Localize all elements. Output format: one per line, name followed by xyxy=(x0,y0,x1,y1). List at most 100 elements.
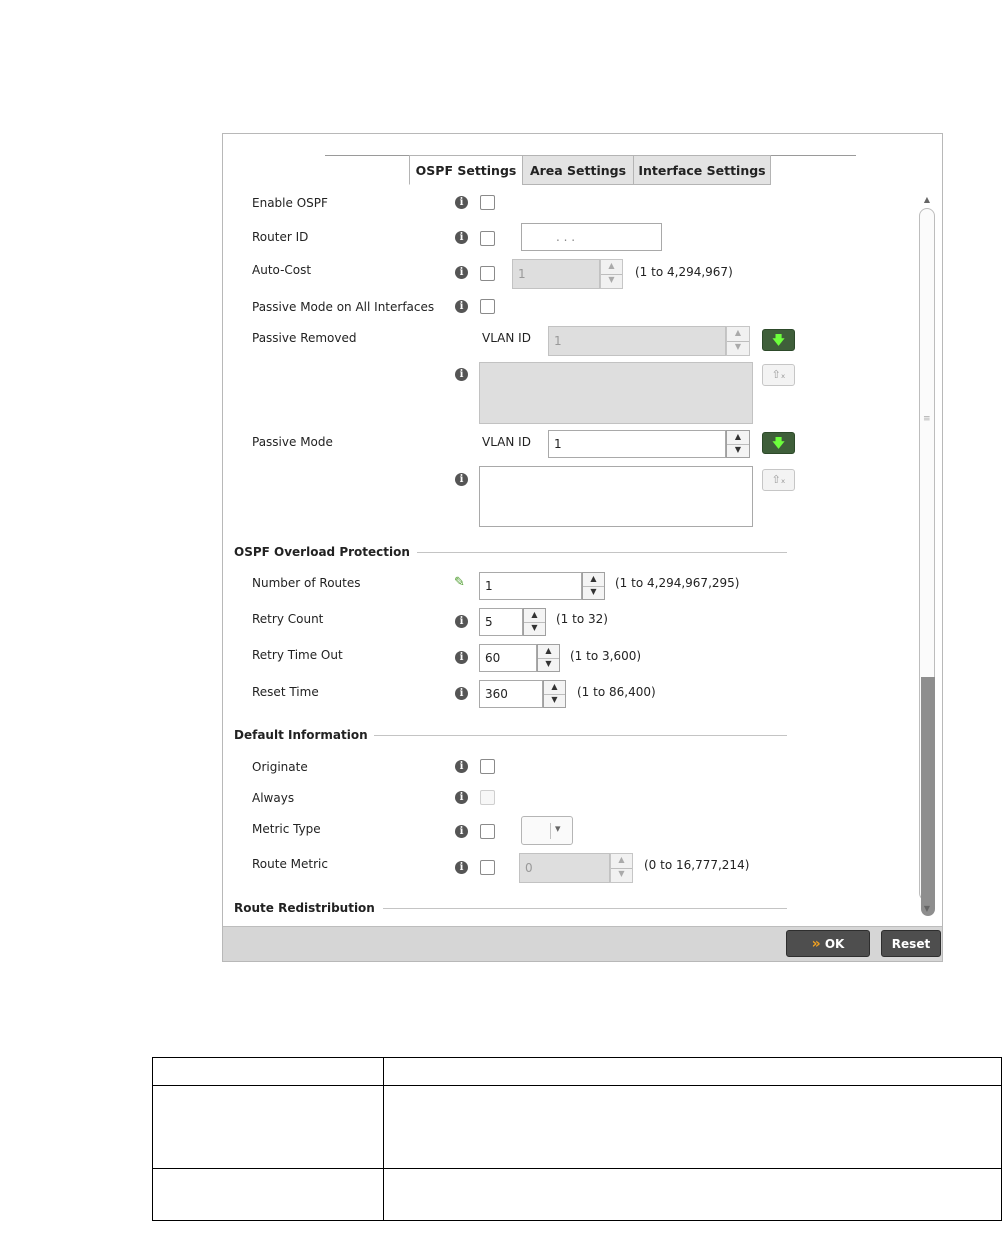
route-redistribution-section-title: Route Redistribution xyxy=(234,901,375,915)
info-icon: i xyxy=(455,473,468,486)
route-metric-stepper[interactable]: ▲ ▼ xyxy=(610,853,633,883)
passive-mode-vlan-label: VLAN ID xyxy=(482,435,531,449)
metric-type-checkbox[interactable] xyxy=(480,824,495,839)
info-icon: i xyxy=(455,651,468,664)
stepper-down-icon[interactable]: ▼ xyxy=(727,444,749,457)
number-of-routes-label: Number of Routes xyxy=(252,576,361,590)
reset-time-range: (1 to 86,400) xyxy=(577,685,656,699)
originate-checkbox[interactable] xyxy=(480,759,495,774)
passive-mode-vlan-input[interactable]: 1 xyxy=(548,430,726,458)
info-icon: i xyxy=(455,791,468,804)
stepper-up-icon[interactable]: ▲ xyxy=(538,645,559,659)
passive-removed-vlan-stepper[interactable]: ▲ ▼ xyxy=(726,326,750,356)
stepper-up-icon[interactable]: ▲ xyxy=(524,609,545,623)
erase-icon: ⇧ₓ xyxy=(771,368,786,381)
stepper-down-icon[interactable]: ▼ xyxy=(583,586,604,599)
auto-cost-range: (1 to 4,294,967) xyxy=(635,265,733,279)
section-divider xyxy=(417,552,787,553)
stepper-down-icon[interactable]: ▼ xyxy=(524,622,545,635)
retry-count-input[interactable]: 5 xyxy=(479,608,523,636)
info-icon: i xyxy=(455,368,468,381)
always-checkbox[interactable] xyxy=(480,790,495,805)
retry-count-stepper[interactable]: ▲ ▼ xyxy=(523,608,546,636)
ok-button[interactable]: » OK xyxy=(786,930,870,957)
reset-time-input[interactable]: 360 xyxy=(479,680,543,708)
dropdown-separator xyxy=(550,823,551,839)
router-id-checkbox[interactable] xyxy=(480,231,495,246)
table-cell xyxy=(383,1085,1002,1169)
retry-time-out-stepper[interactable]: ▲ ▼ xyxy=(537,644,560,672)
reset-button[interactable]: Reset xyxy=(881,930,941,957)
always-label: Always xyxy=(252,791,295,805)
auto-cost-input[interactable]: 1 xyxy=(512,259,600,289)
passive-all-checkbox[interactable] xyxy=(480,299,495,314)
section-divider xyxy=(383,908,787,909)
router-id-input[interactable]: . . . xyxy=(521,223,662,251)
stepper-down-icon[interactable]: ▼ xyxy=(611,868,632,882)
tab-bar-line-left xyxy=(325,155,409,156)
info-icon: i xyxy=(455,615,468,628)
route-metric-checkbox[interactable] xyxy=(480,860,495,875)
route-metric-input[interactable]: 0 xyxy=(519,853,610,883)
scroll-down-icon[interactable]: ▼ xyxy=(919,903,935,915)
passive-all-label: Passive Mode on All Interfaces xyxy=(252,300,435,314)
chevron-down-icon: ▾ xyxy=(555,822,561,835)
passive-mode-label: Passive Mode xyxy=(252,435,333,449)
stepper-up-icon[interactable]: ▲ xyxy=(601,260,622,275)
number-of-routes-range: (1 to 4,294,967,295) xyxy=(615,576,740,590)
enable-ospf-label: Enable OSPF xyxy=(252,196,328,210)
double-chevron-icon: » xyxy=(811,936,821,952)
auto-cost-stepper[interactable]: ▲ ▼ xyxy=(600,259,623,289)
auto-cost-checkbox[interactable] xyxy=(480,266,495,281)
metric-type-label: Metric Type xyxy=(252,822,321,836)
originate-label: Originate xyxy=(252,760,308,774)
passive-removed-erase-button[interactable]: ⇧ₓ xyxy=(762,364,795,386)
passive-removed-add-button[interactable]: 🡇 xyxy=(762,329,795,351)
table-cell xyxy=(383,1168,1002,1221)
tab-ospf-settings[interactable]: OSPF Settings xyxy=(409,155,523,185)
stepper-down-icon[interactable]: ▼ xyxy=(538,658,559,671)
metric-type-dropdown[interactable]: ▾ xyxy=(521,816,573,845)
retry-time-out-range: (1 to 3,600) xyxy=(570,649,642,663)
tab-area-settings[interactable]: Area Settings xyxy=(522,155,634,185)
scrollbar-track[interactable]: ≡ xyxy=(919,208,935,916)
retry-time-out-input[interactable]: 60 xyxy=(479,644,537,672)
passive-mode-erase-button[interactable]: ⇧ₓ xyxy=(762,469,795,491)
passive-mode-add-button[interactable]: 🡇 xyxy=(762,432,795,454)
ospf-panel: OSPF Settings Area Settings Interface Se… xyxy=(222,133,943,962)
number-of-routes-stepper[interactable]: ▲ ▼ xyxy=(582,572,605,600)
scroll-up-icon[interactable]: ▲ xyxy=(919,194,935,206)
stepper-down-icon[interactable]: ▼ xyxy=(601,274,622,288)
retry-count-range: (1 to 32) xyxy=(556,612,608,626)
info-icon: i xyxy=(455,687,468,700)
reset-time-stepper[interactable]: ▲ ▼ xyxy=(543,680,566,708)
stepper-up-icon[interactable]: ▲ xyxy=(611,854,632,869)
auto-cost-label: Auto-Cost xyxy=(252,263,312,277)
passive-mode-list[interactable] xyxy=(479,466,753,527)
info-icon: i xyxy=(455,825,468,838)
stepper-down-icon[interactable]: ▼ xyxy=(727,341,749,355)
stepper-up-icon[interactable]: ▲ xyxy=(727,327,749,342)
info-icon: i xyxy=(455,861,468,874)
retry-time-out-label: Retry Time Out xyxy=(252,648,343,662)
pencil-icon: ✎ xyxy=(454,575,465,590)
passive-mode-vlan-stepper[interactable]: ▲ ▼ xyxy=(726,430,750,458)
vertical-scrollbar[interactable]: ▲ ≡ ▼ xyxy=(919,194,935,916)
arrow-down-icon: 🡇 xyxy=(772,436,785,450)
route-metric-label: Route Metric xyxy=(252,857,328,871)
stepper-up-icon[interactable]: ▲ xyxy=(727,431,749,445)
scrollbar-thumb[interactable] xyxy=(921,677,935,916)
stepper-up-icon[interactable]: ▲ xyxy=(583,573,604,587)
passive-removed-list[interactable] xyxy=(479,362,753,424)
number-of-routes-input[interactable]: 1 xyxy=(479,572,582,600)
passive-removed-vlan-input[interactable]: 1 xyxy=(548,326,726,356)
enable-ospf-checkbox[interactable] xyxy=(480,195,495,210)
overload-section-title: OSPF Overload Protection xyxy=(234,545,410,559)
grip-icon: ≡ xyxy=(923,414,931,424)
info-icon: i xyxy=(455,231,468,244)
stepper-down-icon[interactable]: ▼ xyxy=(544,694,565,707)
default-info-section-title: Default Information xyxy=(234,728,368,742)
stepper-up-icon[interactable]: ▲ xyxy=(544,681,565,695)
tab-interface-settings[interactable]: Interface Settings xyxy=(633,155,771,185)
info-icon: i xyxy=(455,196,468,209)
